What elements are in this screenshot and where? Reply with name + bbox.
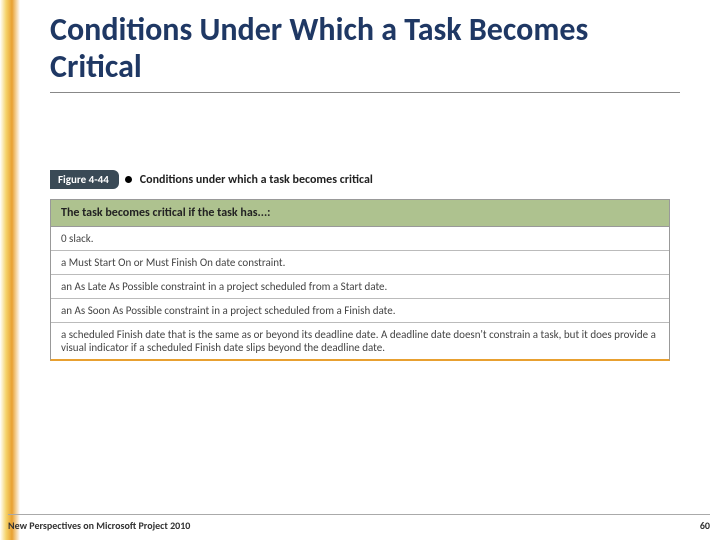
- slide-footer: New Perspectives on Microsoft Project 20…: [8, 514, 710, 532]
- bullet-icon: [125, 176, 132, 183]
- table-row: an As Soon As Possible constraint in a p…: [51, 299, 669, 323]
- footer-source: New Perspectives on Microsoft Project 20…: [8, 519, 190, 532]
- table-row: an As Late As Possible constraint in a p…: [51, 275, 669, 299]
- table-row: a scheduled Finish date that is the same…: [51, 323, 669, 359]
- table-header: The task becomes critical if the task ha…: [51, 200, 669, 227]
- page-number: 60: [700, 519, 710, 532]
- slide-title: Conditions Under Which a Task Becomes Cr…: [50, 12, 680, 93]
- accent-bar: [0, 0, 20, 540]
- figure-container: Figure 4-44 Conditions under which a tas…: [50, 170, 670, 361]
- conditions-table: The task becomes critical if the task ha…: [50, 199, 670, 361]
- figure-caption: Conditions under which a task becomes cr…: [140, 173, 373, 187]
- table-row: 0 slack.: [51, 227, 669, 251]
- figure-label: Figure 4-44: [50, 170, 119, 189]
- figure-label-row: Figure 4-44 Conditions under which a tas…: [50, 170, 670, 189]
- table-row: a Must Start On or Must Finish On date c…: [51, 251, 669, 275]
